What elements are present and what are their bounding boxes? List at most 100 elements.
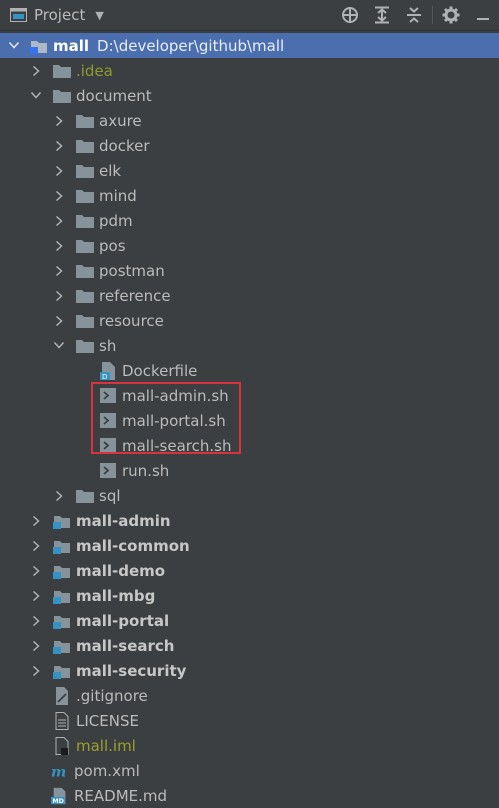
tree-node-label: mall-common <box>76 536 190 555</box>
collapsed-arrow-icon[interactable] <box>30 658 42 683</box>
project-window-icon <box>10 8 27 22</box>
collapsed-arrow-icon[interactable] <box>53 233 65 258</box>
folder-icon <box>76 112 94 130</box>
tree-node-label: .idea <box>76 61 113 80</box>
folder-icon <box>76 487 94 505</box>
svg-text:m: m <box>51 763 66 779</box>
crosshair-icon[interactable] <box>334 0 366 30</box>
tree-node-label: LICENSE <box>76 711 139 730</box>
project-view-selector[interactable]: Project ▼ <box>10 6 104 24</box>
tree-node-file-gitignore[interactable]: .gitignore <box>0 683 499 708</box>
tree-node-label: mall-security <box>76 661 187 680</box>
tree-node-module-mall-admin[interactable]: mall-admin <box>0 508 499 533</box>
tree-node-module-mall-common[interactable]: mall-common <box>0 533 499 558</box>
module-folder-icon <box>53 612 71 630</box>
tree-node-file-dockerfile[interactable]: D Dockerfile <box>0 358 499 383</box>
module-folder-icon <box>53 512 71 530</box>
tree-node-folder-resource[interactable]: resource <box>0 308 499 333</box>
tree-node-module-mall-security[interactable]: mall-security <box>0 658 499 683</box>
tree-node-file-mall-portal-sh[interactable]: mall-portal.sh <box>0 408 499 433</box>
gear-icon[interactable] <box>435 0 467 30</box>
collapsed-arrow-icon[interactable] <box>53 258 65 283</box>
tree-node-folder-idea[interactable]: .idea <box>0 58 499 83</box>
svg-text:D: D <box>102 373 107 380</box>
tree-node-folder-sql[interactable]: sql <box>0 483 499 508</box>
collapse-all-icon[interactable] <box>398 0 430 30</box>
expanded-arrow-icon[interactable] <box>53 333 65 358</box>
expanded-arrow-icon[interactable] <box>8 33 20 58</box>
tree-node-file-readme-md[interactable]: MD README.md <box>0 783 499 808</box>
expanded-arrow-icon[interactable] <box>30 83 42 108</box>
tree-node-folder-sh[interactable]: sh <box>0 333 499 358</box>
toolbar-separator <box>432 6 433 24</box>
tree-node-file-mall-admin-sh[interactable]: mall-admin.sh <box>0 383 499 408</box>
shell-script-icon <box>99 387 117 405</box>
tree-node-label: mall-demo <box>76 561 166 580</box>
collapsed-arrow-icon[interactable] <box>30 583 42 608</box>
module-folder-icon <box>30 37 48 55</box>
folder-icon <box>76 212 94 230</box>
tree-node-label: .gitignore <box>76 686 148 705</box>
tree-node-folder-pdm[interactable]: pdm <box>0 208 499 233</box>
text-file-icon <box>53 711 71 730</box>
minimize-icon[interactable] <box>467 0 499 30</box>
collapsed-arrow-icon[interactable] <box>30 533 42 558</box>
module-folder-icon <box>53 662 71 680</box>
tree-node-file-run-sh[interactable]: run.sh <box>0 458 499 483</box>
collapsed-arrow-icon[interactable] <box>53 483 65 508</box>
chevron-down-icon[interactable]: ▼ <box>95 9 103 22</box>
collapsed-arrow-icon[interactable] <box>53 108 65 133</box>
tree-node-file-license[interactable]: LICENSE <box>0 708 499 733</box>
module-folder-icon <box>53 587 71 605</box>
collapsed-arrow-icon[interactable] <box>53 208 65 233</box>
tree-node-file-mall-iml[interactable]: mall.iml <box>0 733 499 758</box>
collapsed-arrow-icon[interactable] <box>53 308 65 333</box>
tree-node-label: axure <box>99 111 142 130</box>
collapsed-arrow-icon[interactable] <box>30 508 42 533</box>
tree-node-folder-docker[interactable]: docker <box>0 133 499 158</box>
folder-icon <box>53 62 71 80</box>
collapsed-arrow-icon[interactable] <box>30 608 42 633</box>
tree-node-label: sh <box>99 336 117 355</box>
tree-node-module-mall-search[interactable]: mall-search <box>0 633 499 658</box>
tree-node-label: mall-admin.sh <box>122 386 229 405</box>
collapsed-arrow-icon[interactable] <box>53 158 65 183</box>
tree-node-label: mall-portal.sh <box>122 411 226 430</box>
tree-node-module-mall-portal[interactable]: mall-portal <box>0 608 499 633</box>
tree-node-folder-pos[interactable]: pos <box>0 233 499 258</box>
collapsed-arrow-icon[interactable] <box>30 633 42 658</box>
collapsed-arrow-icon[interactable] <box>53 133 65 158</box>
folder-icon <box>76 337 94 355</box>
shell-script-icon <box>99 412 117 430</box>
tree-node-file-pom-xml[interactable]: m pom.xml <box>0 758 499 783</box>
tree-node-module-mall-demo[interactable]: mall-demo <box>0 558 499 583</box>
tree-node-label: document <box>76 86 152 105</box>
tree-node-label: mall <box>53 36 90 55</box>
tree-node-folder-elk[interactable]: elk <box>0 158 499 183</box>
collapsed-arrow-icon[interactable] <box>30 58 42 83</box>
tree-node-label: mall-portal <box>76 611 170 630</box>
tree-node-label: reference <box>99 286 171 305</box>
tree-node-label: mall-admin <box>76 511 171 530</box>
tree-node-folder-document[interactable]: document <box>0 83 499 108</box>
markdown-file-icon: MD <box>51 787 69 805</box>
tree-node-label: pos <box>99 236 126 255</box>
tree-node-folder-postman[interactable]: postman <box>0 258 499 283</box>
folder-icon <box>76 312 94 330</box>
collapsed-arrow-icon[interactable] <box>53 183 65 208</box>
tree-node-folder-reference[interactable]: reference <box>0 283 499 308</box>
tree-node-root-module[interactable]: mall D:\developer\github\mall <box>0 33 499 58</box>
tree-node-label: elk <box>99 161 122 180</box>
tree-node-folder-axure[interactable]: axure <box>0 108 499 133</box>
tree-node-label: mall.iml <box>76 736 136 755</box>
collapsed-arrow-icon[interactable] <box>30 558 42 583</box>
dockerfile-icon: D <box>99 361 117 380</box>
tree-node-label: postman <box>99 261 165 280</box>
tree-node-file-mall-search-sh[interactable]: mall-search.sh <box>0 433 499 458</box>
gitignore-file-icon <box>53 686 71 705</box>
collapsed-arrow-icon[interactable] <box>53 283 65 308</box>
tree-node-folder-mind[interactable]: mind <box>0 183 499 208</box>
tree-node-label: README.md <box>74 786 168 805</box>
expand-all-icon[interactable] <box>366 0 398 30</box>
tree-node-module-mall-mbg[interactable]: mall-mbg <box>0 583 499 608</box>
